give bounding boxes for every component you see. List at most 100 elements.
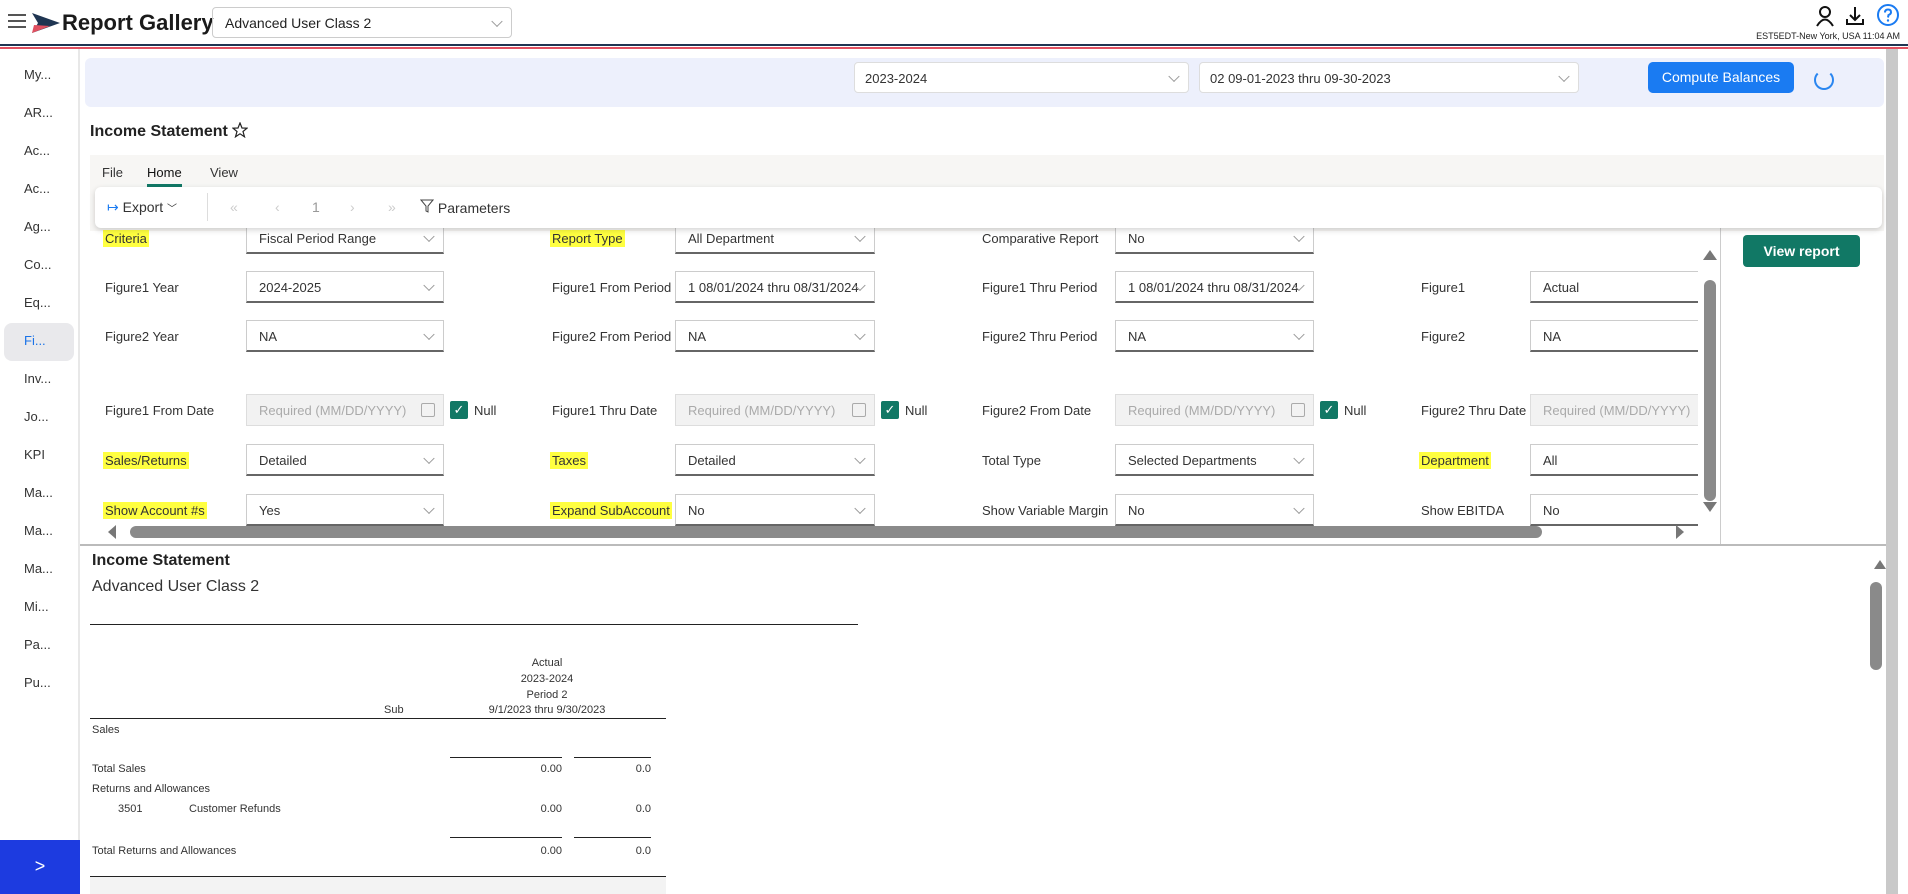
param-select[interactable]: Yes	[246, 494, 444, 526]
chevron-down-icon	[854, 452, 866, 464]
next-page-icon[interactable]: ›	[350, 199, 355, 215]
parameters-vertical-scrollbar[interactable]	[1704, 280, 1716, 501]
prev-page-icon[interactable]: ‹	[275, 199, 280, 215]
report-vertical-scrollbar[interactable]	[1870, 582, 1882, 670]
scroll-up-icon[interactable]	[1703, 250, 1717, 260]
sidebar-item[interactable]: Ac...	[4, 171, 74, 209]
row-label: Returns and Allowances	[92, 783, 211, 795]
param-label: Figure2 From Date	[982, 403, 1092, 418]
param-value: 2024-2025	[259, 280, 322, 295]
scroll-left-icon[interactable]	[108, 525, 116, 539]
compute-balances-button[interactable]: Compute Balances	[1648, 62, 1794, 93]
param-input[interactable]: NA	[1530, 320, 1698, 352]
first-page-icon[interactable]: «	[230, 199, 238, 215]
calendar-icon[interactable]	[852, 403, 866, 417]
param-select[interactable]: 2024-2025	[246, 271, 444, 303]
param-select[interactable]: NA	[675, 320, 875, 352]
null-checkbox[interactable]: ✓	[1320, 401, 1338, 419]
export-button[interactable]: ↦ Export ﹀	[107, 199, 177, 216]
chevron-down-icon	[423, 328, 435, 340]
date-input[interactable]: Required (MM/DD/YYYY)	[1530, 394, 1698, 426]
download-icon[interactable]	[1845, 6, 1865, 26]
parameters-horizontal-scrollbar[interactable]	[130, 526, 1542, 538]
fiscal-year-select[interactable]: 2023-2024	[854, 62, 1189, 93]
sidebar-item[interactable]: Pa...	[4, 627, 74, 665]
view-report-button[interactable]: View report	[1743, 235, 1860, 267]
null-checkbox[interactable]: ✓	[881, 401, 899, 419]
param-select[interactable]: No	[1115, 494, 1314, 526]
param-select[interactable]: All Department	[675, 228, 875, 254]
sidebar-item[interactable]: Ma...	[4, 513, 74, 551]
sidebar-item[interactable]: Co...	[4, 247, 74, 285]
user-icon[interactable]	[1815, 5, 1835, 27]
param-label: Figure2 Thru Period	[982, 329, 1098, 344]
scroll-right-icon[interactable]	[1676, 525, 1684, 539]
param-select[interactable]: No	[675, 494, 875, 526]
date-input[interactable]: Required (MM/DD/YYYY)	[1115, 394, 1314, 426]
param-value: No	[688, 503, 705, 518]
param-value: Detailed	[688, 453, 736, 468]
param-input[interactable]: All	[1530, 444, 1698, 476]
sidebar-item[interactable]: My...	[4, 57, 74, 95]
sidebar-item[interactable]: Jo...	[4, 399, 74, 437]
class-select-value: Advanced User Class 2	[225, 15, 372, 31]
refresh-icon[interactable]	[1814, 70, 1834, 90]
total-rule	[450, 837, 562, 838]
sidebar-item[interactable]: Ma...	[4, 551, 74, 589]
sidebar-item[interactable]: Fi...	[4, 323, 74, 361]
param-select[interactable]: Detailed	[675, 444, 875, 476]
column-header-sub: Sub	[384, 704, 404, 716]
param-select[interactable]: Selected Departments	[1115, 444, 1314, 476]
sidebar-item[interactable]: Ma...	[4, 475, 74, 513]
fiscal-period-select[interactable]: 02 09-01-2023 thru 09-30-2023	[1199, 62, 1579, 93]
param-value: NA	[259, 329, 278, 344]
param-value: All Department	[688, 231, 774, 246]
param-select[interactable]: NA	[1115, 320, 1314, 352]
class-select[interactable]: Advanced User Class 2	[212, 7, 512, 38]
scroll-up-icon[interactable]	[1874, 560, 1886, 569]
sidebar-item[interactable]: KPI	[4, 437, 74, 475]
param-value: Selected Departments	[1128, 453, 1257, 468]
calendar-icon[interactable]	[1291, 403, 1305, 417]
page-scrollbar[interactable]	[1886, 49, 1898, 894]
scroll-down-icon[interactable]	[1703, 502, 1717, 512]
calendar-icon[interactable]	[421, 403, 435, 417]
param-select[interactable]: NA	[246, 320, 444, 352]
param-select[interactable]: Detailed	[246, 444, 444, 476]
sidebar-item[interactable]: Ag...	[4, 209, 74, 247]
row-label: Total Returns and Allowances	[92, 845, 237, 857]
chevron-down-icon	[1293, 230, 1305, 242]
param-input[interactable]: No	[1530, 494, 1698, 526]
parameters-panel: Criteria Fiscal Period Range Report Type Al…	[90, 228, 1721, 544]
param-label: Figure1 From Date	[105, 403, 215, 418]
param-input[interactable]: Actual	[1530, 271, 1698, 303]
date-placeholder: Required (MM/DD/YYYY)	[1543, 403, 1691, 418]
sidebar-item[interactable]: Mi...	[4, 589, 74, 627]
sidebar-item[interactable]: AR...	[4, 95, 74, 133]
param-select[interactable]: Fiscal Period Range	[246, 228, 444, 254]
sidebar-expand-button[interactable]: >	[0, 840, 80, 894]
tab-home[interactable]: Home	[147, 165, 182, 187]
sidebar-item[interactable]: Pu...	[4, 665, 74, 703]
null-checkbox[interactable]: ✓	[450, 401, 468, 419]
param-select[interactable]: 1 08/01/2024 thru 08/31/2024	[1115, 271, 1314, 303]
date-input[interactable]: Required (MM/DD/YYYY)	[675, 394, 875, 426]
sidebar-item[interactable]: Ac...	[4, 133, 74, 171]
tab-file[interactable]: File	[102, 165, 123, 180]
sidebar-item[interactable]: Eq...	[4, 285, 74, 323]
date-input[interactable]: Required (MM/DD/YYYY)	[246, 394, 444, 426]
sidebar-item[interactable]: Inv...	[4, 361, 74, 399]
app-header: Report Gallery Advanced User Class 2 EST…	[0, 0, 1908, 44]
param-label: Figure1 From Period	[552, 280, 672, 295]
help-icon[interactable]	[1876, 3, 1900, 27]
last-page-icon[interactable]: »	[388, 199, 396, 215]
parameters-button[interactable]: Parameters	[419, 199, 510, 216]
tab-view[interactable]: View	[210, 165, 238, 180]
menu-icon[interactable]	[8, 14, 26, 28]
date-placeholder: Required (MM/DD/YYYY)	[1128, 403, 1276, 418]
param-select[interactable]: 1 08/01/2024 thru 08/31/2024	[675, 271, 875, 303]
chevron-down-icon	[423, 230, 435, 242]
param-select[interactable]: No	[1115, 228, 1314, 254]
favorite-star-icon[interactable]	[231, 121, 249, 139]
param-value: 1 08/01/2024 thru 08/31/2024	[1128, 280, 1299, 295]
